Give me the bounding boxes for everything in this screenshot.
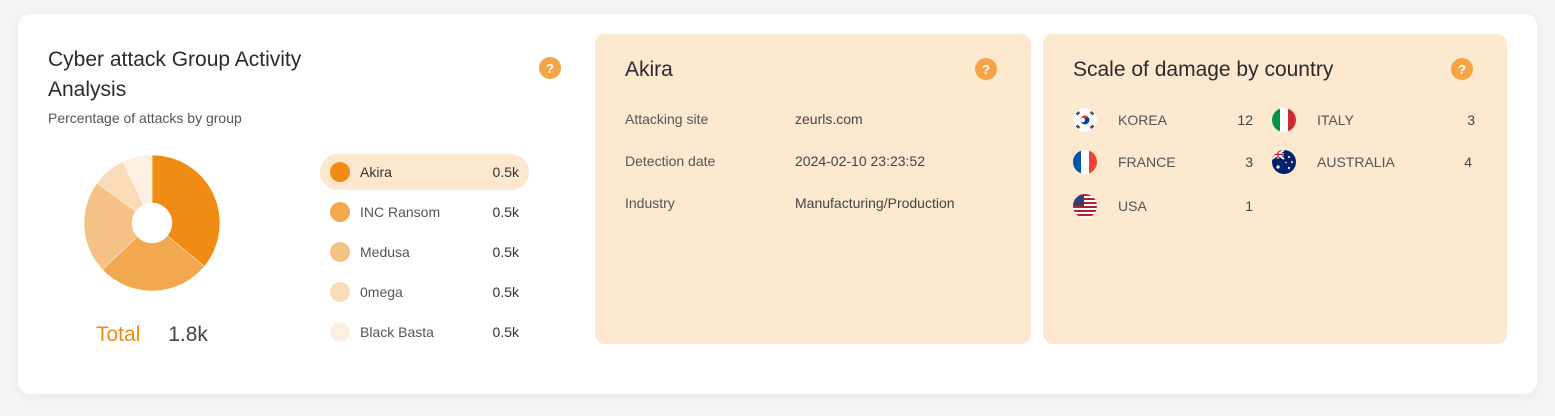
total-value: 1.8k bbox=[168, 323, 208, 346]
legend-item-medusa[interactable]: Medusa 0.5k bbox=[320, 234, 529, 270]
legend-item-akira[interactable]: Akira 0.5k bbox=[320, 154, 529, 190]
country-row-usa: USA 1 bbox=[1073, 194, 1253, 218]
country-row-australia: AUSTRALIA 4 bbox=[1272, 150, 1472, 174]
legend-item-0mega[interactable]: 0mega 0.5k bbox=[320, 274, 529, 310]
legend-item-black-basta[interactable]: Black Basta 0.5k bbox=[320, 314, 529, 350]
country-name: KOREA bbox=[1118, 112, 1168, 128]
detail-key: Industry bbox=[625, 195, 675, 211]
usa-flag-icon bbox=[1073, 194, 1097, 218]
legend-value: 0.5k bbox=[492, 204, 519, 220]
country-count: 3 bbox=[1467, 112, 1475, 128]
detail-key: Attacking site bbox=[625, 111, 709, 127]
legend-name: Akira bbox=[360, 164, 392, 180]
attack-group-pie-chart bbox=[83, 154, 221, 292]
group-legend: Akira 0.5k INC Ransom 0.5k Medusa 0.5k 0… bbox=[320, 154, 529, 354]
country-count: 12 bbox=[1237, 112, 1253, 128]
italy-flag-icon bbox=[1272, 108, 1296, 132]
country-row-france: FRANCE 3 bbox=[1073, 150, 1253, 174]
total-label: Total bbox=[96, 323, 141, 346]
country-count: 4 bbox=[1464, 154, 1472, 170]
help-icon[interactable]: ? bbox=[539, 57, 561, 79]
legend-item-inc-ransom[interactable]: INC Ransom 0.5k bbox=[320, 194, 529, 230]
detail-value: 2024-02-10 23:23:52 bbox=[795, 153, 925, 169]
detail-row-detection-date: Detection date 2024-02-10 23:23:52 bbox=[625, 153, 1025, 169]
country-row-italy: ITALY 3 bbox=[1272, 108, 1475, 132]
widget-subtitle: Percentage of attacks by group bbox=[48, 110, 242, 126]
detail-title: Akira bbox=[625, 58, 673, 81]
country-row-korea: KOREA 12 bbox=[1073, 108, 1253, 132]
legend-name: 0mega bbox=[360, 284, 403, 300]
legend-value: 0.5k bbox=[492, 324, 519, 340]
detail-row-industry: Industry Manufacturing/Production bbox=[625, 195, 1025, 211]
legend-name: INC Ransom bbox=[360, 204, 441, 220]
legend-name: Medusa bbox=[360, 244, 410, 260]
legend-dot bbox=[330, 242, 350, 262]
total-summary: Total 1.8k bbox=[96, 323, 208, 347]
group-detail-panel: Akira ? Attacking site zeurls.com Detecti… bbox=[595, 34, 1031, 344]
help-icon[interactable]: ? bbox=[975, 58, 997, 80]
detail-key: Detection date bbox=[625, 153, 716, 169]
legend-dot bbox=[330, 162, 350, 182]
detail-value: zeurls.com bbox=[795, 111, 863, 127]
australia-flag-icon bbox=[1272, 150, 1296, 174]
legend-dot bbox=[330, 202, 350, 222]
legend-value: 0.5k bbox=[492, 284, 519, 300]
country-name: ITALY bbox=[1317, 112, 1354, 128]
country-name: FRANCE bbox=[1118, 154, 1176, 170]
country-name: AUSTRALIA bbox=[1317, 154, 1395, 170]
korea-flag-icon bbox=[1073, 108, 1097, 132]
damage-title: Scale of damage by country bbox=[1073, 58, 1334, 81]
widget-title: Cyber attack Group Activity Analysis bbox=[48, 48, 302, 101]
legend-dot bbox=[330, 322, 350, 342]
detail-row-attacking-site: Attacking site zeurls.com bbox=[625, 111, 1025, 127]
country-name: USA bbox=[1118, 198, 1147, 214]
legend-value: 0.5k bbox=[492, 164, 519, 180]
legend-name: Black Basta bbox=[360, 324, 434, 340]
legend-value: 0.5k bbox=[492, 244, 519, 260]
france-flag-icon bbox=[1073, 150, 1097, 174]
help-icon[interactable]: ? bbox=[1451, 58, 1473, 80]
country-count: 3 bbox=[1245, 154, 1253, 170]
detail-value: Manufacturing/Production bbox=[795, 195, 955, 211]
damage-by-country-panel: Scale of damage by country ? KOREA 12 IT… bbox=[1043, 34, 1507, 344]
country-count: 1 bbox=[1245, 198, 1253, 214]
legend-dot bbox=[330, 282, 350, 302]
